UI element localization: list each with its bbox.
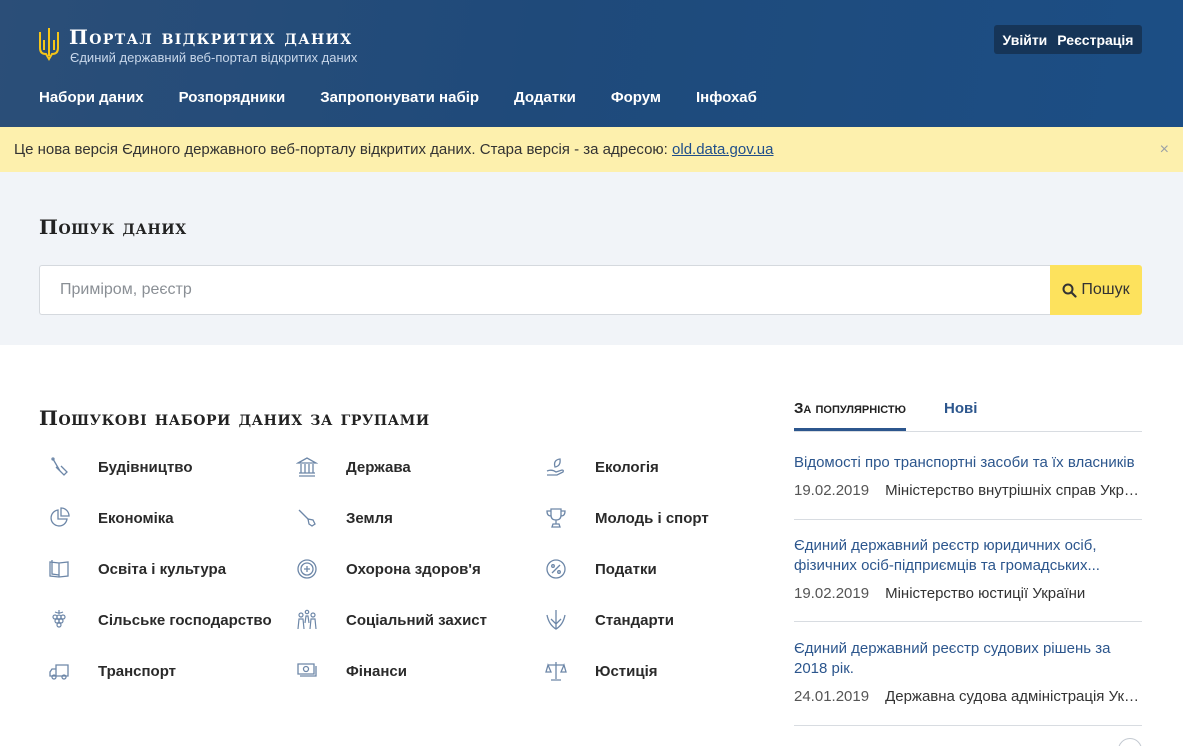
group-label: Молодь і спорт [595, 509, 709, 527]
book-icon [49, 560, 69, 578]
dataset-title-link[interactable]: Відомості про транспортні засоби та їх в… [794, 453, 1142, 473]
site-header: Портал відкритих даних Єдиний державний … [0, 0, 1183, 127]
dataset-date: 19.02.2019 [794, 482, 870, 499]
divider [794, 621, 1142, 622]
group-construction[interactable]: Будівництво [48, 455, 193, 479]
family-icon [297, 609, 317, 630]
notice-bar: Це нова версія Єдиного державного веб-по… [0, 127, 1183, 172]
dataset-publisher: Міністерство внутрішніх справ Укра... [885, 482, 1142, 499]
group-label: Транспорт [98, 662, 177, 680]
tab-new[interactable]: Нові [944, 400, 977, 417]
group-agriculture[interactable]: Сільське господарство [48, 608, 272, 632]
search-section: Пошук даних Пошук [0, 172, 1183, 345]
trident-icon [546, 610, 566, 630]
dataset-meta: 24.01.2019 Державна судова адміністрація… [794, 688, 1142, 705]
group-label: Будівництво [98, 458, 193, 476]
old-site-link[interactable]: old.data.gov.ua [672, 141, 773, 158]
government-building-icon [296, 457, 318, 477]
group-justice[interactable]: Юстиція [545, 659, 658, 683]
register-link[interactable]: Реєстрація [1057, 32, 1133, 48]
site-subtitle: Єдиний державний веб-портал відкритих да… [70, 50, 358, 65]
auth-box: Увійти Реєстрація [994, 25, 1142, 54]
search-input[interactable] [39, 265, 1050, 315]
dataset-meta: 19.02.2019 Міністерство внутрішніх справ… [794, 482, 1142, 499]
list-item: Відомості про транспортні засоби та їх в… [794, 453, 1142, 499]
trophy-icon [546, 508, 566, 528]
group-label: Соціальний захист [346, 611, 487, 629]
grapes-icon [52, 610, 66, 628]
main-nav: Набори даних Розпорядники Запропонувати … [39, 88, 757, 108]
dataset-date: 24.01.2019 [794, 688, 870, 705]
dataset-date: 19.02.2019 [794, 585, 870, 602]
group-economy[interactable]: Економіка [48, 506, 174, 530]
group-government[interactable]: Держава [296, 455, 411, 479]
divider [794, 519, 1142, 520]
dataset-publisher: Міністерство юстиції України [885, 585, 1086, 602]
group-social-protection[interactable]: Соціальний захист [296, 608, 487, 632]
dataset-tabs: За популярністю Нові [794, 396, 1142, 432]
nav-item-infohub[interactable]: Інфохаб [696, 88, 757, 108]
group-label: Охорона здоров'я [346, 560, 481, 578]
search-button-label: Пошук [1081, 281, 1130, 298]
group-taxes[interactable]: Податки [545, 557, 657, 581]
list-item: Єдиний державний реєстр юридичних осіб, … [794, 536, 1142, 602]
list-item: Єдиний державний реєстр судових рішень з… [794, 639, 1142, 705]
divider [794, 725, 1142, 726]
group-standards[interactable]: Стандарти [545, 608, 674, 632]
search-form: Пошук [39, 265, 1142, 315]
search-icon [1062, 283, 1077, 298]
group-label: Сільське господарство [98, 611, 272, 629]
group-label: Економіка [98, 509, 174, 527]
dataset-publisher: Державна судова адміністрація Укр... [885, 688, 1142, 705]
nav-item-suggest-dataset[interactable]: Запропонувати набір [320, 88, 479, 108]
ecology-hand-leaf-icon [546, 458, 564, 476]
group-education-culture[interactable]: Освіта і культура [48, 557, 226, 581]
group-health[interactable]: Охорона здоров'я [296, 557, 481, 581]
truck-icon [49, 664, 69, 680]
login-link[interactable]: Увійти [1003, 32, 1048, 48]
group-label: Держава [346, 458, 411, 476]
group-label: Стандарти [595, 611, 674, 629]
group-label: Фінанси [346, 662, 407, 680]
nav-item-datasets[interactable]: Набори даних [39, 88, 144, 108]
trident-logo-icon[interactable] [38, 26, 60, 62]
group-youth-sport[interactable]: Молодь і спорт [545, 506, 709, 530]
group-land[interactable]: Земля [296, 506, 393, 530]
percent-icon [546, 559, 566, 579]
group-label: Податки [595, 560, 657, 578]
nav-item-forum[interactable]: Форум [611, 88, 661, 108]
group-label: Екологія [595, 458, 659, 476]
group-ecology[interactable]: Екологія [545, 455, 659, 479]
health-target-icon [297, 559, 317, 579]
pie-chart-icon [50, 507, 70, 527]
dataset-title-link[interactable]: Єдиний державний реєстр судових рішень з… [794, 639, 1142, 679]
groups-title: Пошукові набори даних за групами [39, 406, 430, 430]
group-label: Земля [346, 509, 393, 527]
tab-popular[interactable]: За популярністю [794, 400, 906, 431]
scroll-indicator[interactable] [1118, 738, 1142, 746]
search-button[interactable]: Пошук [1050, 265, 1142, 315]
construction-icon [51, 457, 68, 476]
dataset-meta: 19.02.2019 Міністерство юстиції України [794, 585, 1142, 602]
shovel-icon [298, 509, 316, 527]
group-finance[interactable]: Фінанси [296, 659, 407, 683]
dataset-title-link[interactable]: Єдиний державний реєстр юридичних осіб, … [794, 536, 1142, 576]
search-title: Пошук даних [39, 215, 187, 239]
group-label: Освіта і культура [98, 560, 227, 578]
money-icon [297, 663, 317, 677]
group-transport[interactable]: Транспорт [48, 659, 176, 683]
notice-text: Це нова версія Єдиного державного веб-по… [14, 141, 673, 158]
nav-item-publishers[interactable]: Розпорядники [179, 88, 286, 108]
site-title[interactable]: Портал відкритих даних [69, 26, 353, 48]
nav-item-apps[interactable]: Додатки [514, 88, 576, 108]
group-label: Юстиція [595, 662, 658, 680]
close-icon[interactable]: × [1160, 127, 1169, 172]
scales-icon [545, 662, 567, 681]
